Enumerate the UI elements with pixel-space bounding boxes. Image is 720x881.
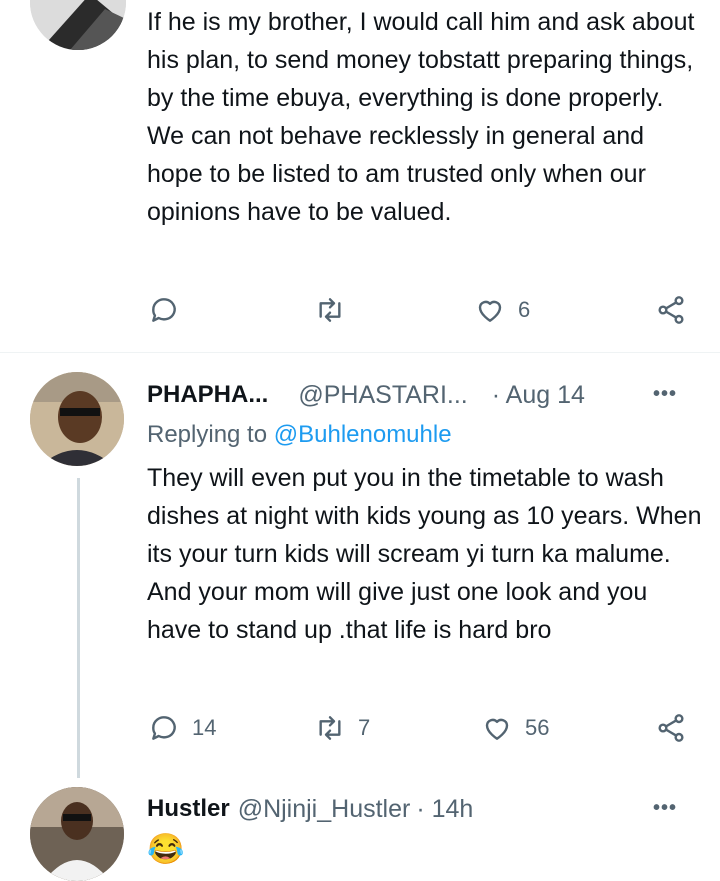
tweet2-share-button[interactable] <box>655 712 687 744</box>
tweet1-reply-button[interactable] <box>148 294 180 326</box>
thread-line <box>77 478 80 778</box>
avatar-tweet3[interactable] <box>30 787 124 881</box>
replying-to-link[interactable]: @Buhlenomuhle <box>274 421 452 448</box>
replying-to-label: Replying to <box>147 421 268 448</box>
tweet1-like-count: 6 <box>518 297 531 322</box>
more-options-icon[interactable]: ••• <box>653 383 677 406</box>
tweet1-retweet-button[interactable] <box>314 294 346 326</box>
tweet2-header: PHAPHA... @PHASTARI... · Aug 14 <box>147 378 585 412</box>
tweet2-text: They will even put you in the timetable … <box>147 464 702 644</box>
share-icon <box>658 296 684 324</box>
reply-icon <box>152 298 176 322</box>
tweet2-like-button[interactable]: 56 <box>481 712 549 744</box>
more-options-icon[interactable]: ••• <box>653 797 677 820</box>
tweet1-like-button[interactable]: 6 <box>474 294 530 326</box>
heart-icon <box>478 300 502 322</box>
tweet3-author-handle[interactable]: @Njinji_Hustler <box>238 795 411 824</box>
tweet2-author-name[interactable]: PHAPHA... <box>147 381 268 409</box>
tweet2-reply-count: 14 <box>192 715 217 740</box>
avatar-image <box>30 0 126 50</box>
avatar-image <box>30 372 124 466</box>
heart-icon <box>485 718 509 740</box>
tweet2-reply-button[interactable]: 14 <box>148 712 216 744</box>
reply-icon <box>152 716 176 740</box>
tweet3-header: Hustler @Njinji_Hustler · 14h <box>147 792 473 826</box>
tweet2-retweet-count: 7 <box>358 715 371 740</box>
tweet3-author-name[interactable]: Hustler <box>147 795 230 823</box>
tweet3-text: 😂 <box>147 833 185 866</box>
tweet3-date[interactable]: · 14h <box>416 795 473 824</box>
tweet2-retweet-button[interactable]: 7 <box>314 712 370 744</box>
tweet2-author-handle[interactable]: @PHASTARI... <box>298 381 467 410</box>
tweet1-text: If he is my brother, I would call him an… <box>147 8 695 226</box>
avatar-tweet2[interactable] <box>30 372 124 466</box>
divider <box>0 352 720 353</box>
avatar-image <box>30 787 124 881</box>
share-icon <box>658 714 684 742</box>
retweet-icon <box>319 298 341 322</box>
tweet2-replying-to: Replying to @Buhlenomuhle <box>147 421 452 449</box>
avatar-tweet1[interactable] <box>30 0 126 50</box>
tweet2-like-count: 56 <box>525 715 550 740</box>
tweet2-date[interactable]: · Aug 14 <box>492 381 585 410</box>
tweet1-share-button[interactable] <box>655 294 687 326</box>
retweet-icon <box>319 716 341 740</box>
